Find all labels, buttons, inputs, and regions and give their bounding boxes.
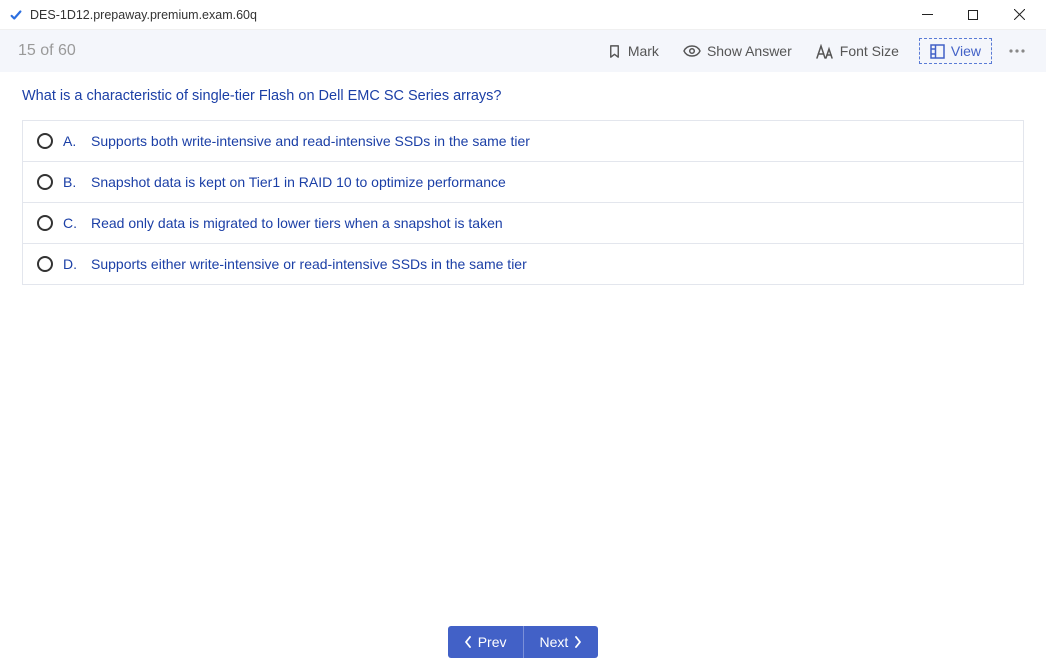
mark-button[interactable]: Mark	[595, 37, 671, 65]
more-icon	[1009, 49, 1025, 53]
chevron-left-icon	[464, 636, 472, 648]
answer-option[interactable]: B. Snapshot data is kept on Tier1 in RAI…	[23, 162, 1023, 203]
answers-list: A. Supports both write-intensive and rea…	[22, 120, 1024, 285]
more-button[interactable]	[1000, 49, 1034, 53]
radio-icon	[37, 174, 53, 190]
prev-label: Prev	[478, 634, 507, 650]
titlebar: DES-1D12.prepaway.premium.exam.60q	[0, 0, 1046, 30]
answer-text: Supports both write-intensive and read-i…	[91, 133, 1009, 149]
footer: Prev Next	[0, 613, 1046, 671]
answer-text: Read only data is migrated to lower tier…	[91, 215, 1009, 231]
view-button[interactable]: View	[919, 38, 992, 64]
eye-icon	[683, 45, 701, 57]
radio-icon	[37, 133, 53, 149]
bookmark-icon	[607, 44, 622, 59]
show-answer-label: Show Answer	[707, 43, 792, 59]
progress-label: 15 of 60	[18, 42, 76, 60]
answer-letter: D.	[63, 256, 81, 272]
content-area: What is a characteristic of single-tier …	[0, 72, 1046, 301]
window-maximize[interactable]	[950, 0, 996, 30]
radio-icon	[37, 215, 53, 231]
answer-letter: B.	[63, 174, 81, 190]
chevron-right-icon	[574, 636, 582, 648]
nav-buttons: Prev Next	[448, 626, 599, 658]
answer-option[interactable]: C. Read only data is migrated to lower t…	[23, 203, 1023, 244]
window-title: DES-1D12.prepaway.premium.exam.60q	[30, 8, 257, 22]
window-minimize[interactable]	[904, 0, 950, 30]
show-answer-button[interactable]: Show Answer	[671, 37, 804, 65]
font-size-button[interactable]: Font Size	[804, 37, 911, 65]
window-close[interactable]	[996, 0, 1042, 30]
toolbar: 15 of 60 Mark Show Answer Font Size Vie	[0, 30, 1046, 72]
answer-text: Snapshot data is kept on Tier1 in RAID 1…	[91, 174, 1009, 190]
radio-icon	[37, 256, 53, 272]
font-size-label: Font Size	[840, 43, 899, 59]
prev-button[interactable]: Prev	[448, 626, 523, 658]
answer-letter: A.	[63, 133, 81, 149]
answer-option[interactable]: D. Supports either write-intensive or re…	[23, 244, 1023, 284]
font-size-icon	[816, 44, 834, 59]
answer-text: Supports either write-intensive or read-…	[91, 256, 1009, 272]
view-label: View	[951, 43, 981, 59]
next-button[interactable]: Next	[523, 626, 599, 658]
mark-label: Mark	[628, 43, 659, 59]
answer-option[interactable]: A. Supports both write-intensive and rea…	[23, 121, 1023, 162]
answer-letter: C.	[63, 215, 81, 231]
view-icon	[930, 44, 945, 59]
app-icon	[8, 7, 24, 23]
next-label: Next	[540, 634, 569, 650]
question-text: What is a characteristic of single-tier …	[22, 88, 1024, 104]
